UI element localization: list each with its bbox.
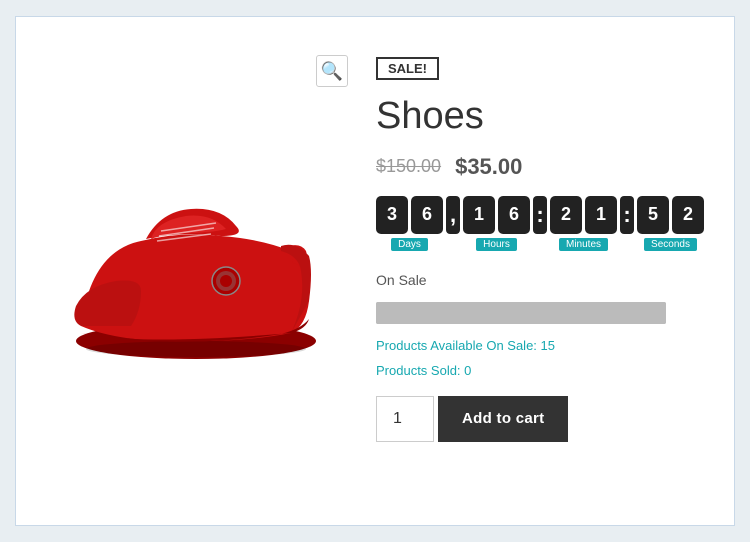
days-label: Days	[391, 238, 428, 251]
countdown-hours: 1 6 Hours	[463, 196, 530, 251]
sale-badge: SALE!	[376, 57, 439, 80]
seconds-digit-1: 5	[637, 196, 669, 234]
seconds-label: Seconds	[644, 238, 697, 251]
product-title: Shoes	[376, 94, 714, 140]
progress-bar	[376, 302, 666, 324]
hours-digit-1: 1	[463, 196, 495, 234]
original-price: $150.00	[376, 156, 441, 177]
progress-bar-fill	[376, 302, 666, 324]
price-row: $150.00 $35.00	[376, 154, 714, 180]
countdown-seconds: 5 2 Seconds	[637, 196, 704, 251]
separator-2: :	[533, 196, 547, 234]
quantity-input[interactable]	[376, 396, 434, 442]
product-image	[56, 161, 336, 381]
add-to-cart-row: Add to cart	[376, 396, 714, 442]
countdown-days: 3 6 Days	[376, 196, 443, 251]
hours-label: Hours	[476, 238, 517, 251]
separator-1: ,	[446, 196, 460, 234]
minutes-label: Minutes	[559, 238, 608, 251]
days-digit-2: 6	[411, 196, 443, 234]
products-available: Products Available On Sale: 15	[376, 338, 714, 353]
zoom-icon[interactable]: 🔍	[316, 55, 348, 87]
product-image-column: 🔍	[36, 47, 356, 495]
product-card: 🔍	[15, 16, 735, 526]
separator-3: :	[620, 196, 634, 234]
minutes-digit-2: 1	[585, 196, 617, 234]
sale-price: $35.00	[455, 154, 522, 180]
countdown-timer: 3 6 Days , 1 6 Hours :	[376, 196, 714, 256]
product-info-column: SALE! Shoes $150.00 $35.00 3 6 Days ,	[376, 47, 714, 495]
minutes-digit-1: 2	[550, 196, 582, 234]
hours-digit-2: 6	[498, 196, 530, 234]
seconds-digit-2: 2	[672, 196, 704, 234]
products-sold: Products Sold: 0	[376, 363, 714, 378]
add-to-cart-button[interactable]: Add to cart	[438, 396, 568, 442]
countdown-minutes: 2 1 Minutes	[550, 196, 617, 251]
days-digit-1: 3	[376, 196, 408, 234]
on-sale-label: On Sale	[376, 272, 714, 288]
